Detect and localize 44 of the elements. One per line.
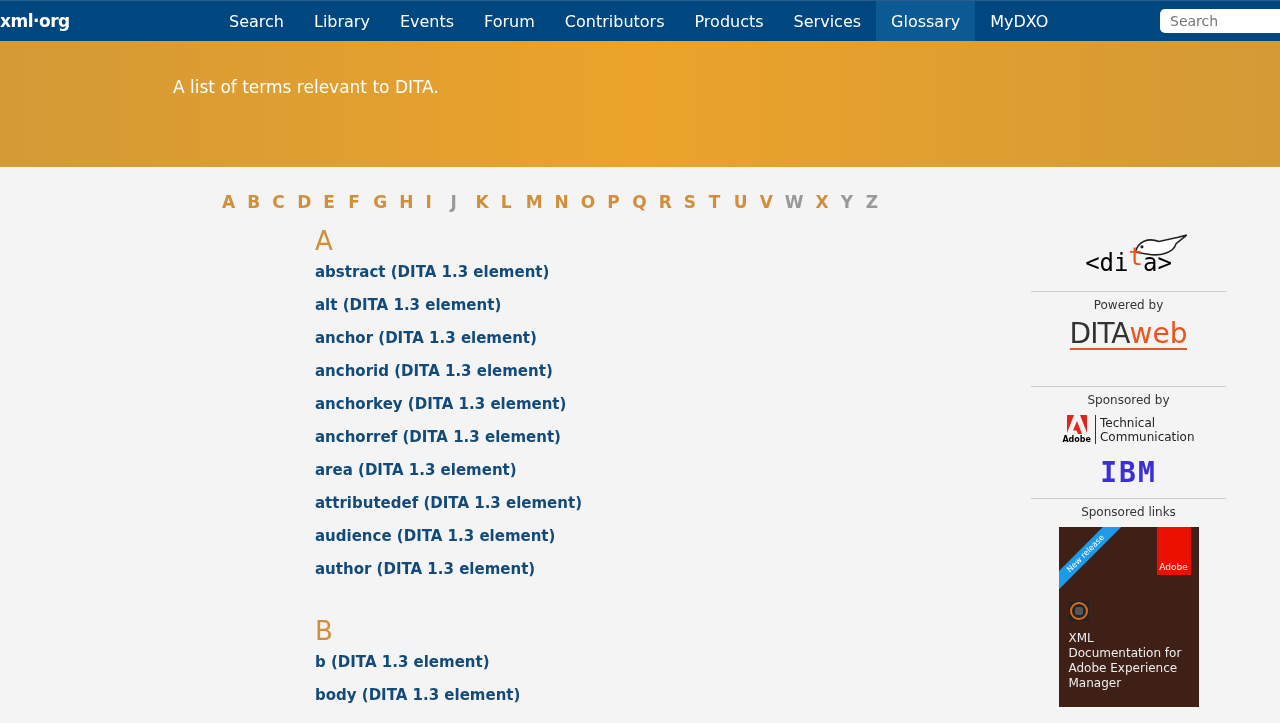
ditaweb-logo[interactable]: DITAweb xyxy=(1069,320,1188,350)
letter-link: Z xyxy=(864,192,880,212)
dita-logo-text: <dita> xyxy=(1085,249,1172,277)
letter-link: J xyxy=(448,192,458,212)
term-link[interactable]: body (DITA 1.3 element) xyxy=(315,679,521,712)
term-link[interactable]: abstract (DITA 1.3 element) xyxy=(315,256,550,289)
ad-title: XML Documentation for Adobe Experience Manager xyxy=(1067,630,1183,691)
term-link[interactable]: alt (DITA 1.3 element) xyxy=(315,289,502,322)
sidebar-label: Powered by xyxy=(1093,298,1164,312)
section-heading: A xyxy=(315,226,333,256)
logo-text: Technical Communication xyxy=(1100,415,1195,444)
nav-tab[interactable]: MyDXO xyxy=(975,1,1064,41)
term-link[interactable]: b (DITA 1.3 element) xyxy=(315,646,490,679)
sidebar-label: Sponsored links xyxy=(1081,505,1176,519)
letter-link: W xyxy=(783,192,805,212)
term-link[interactable]: area (DITA 1.3 element) xyxy=(315,454,517,487)
nav-tab[interactable]: Forum xyxy=(469,1,550,41)
search-field[interactable]: Search xyxy=(1160,9,1280,33)
term-link[interactable]: attributedef (DITA 1.3 element) xyxy=(315,487,582,520)
term-link[interactable]: anchorref (DITA 1.3 element) xyxy=(315,421,561,454)
term-link[interactable]: anchorid (DITA 1.3 element) xyxy=(315,355,553,388)
adobe-label: Adobe xyxy=(1062,435,1091,444)
term-link[interactable]: audience (DITA 1.3 element) xyxy=(315,520,556,553)
nav-tab[interactable]: Products xyxy=(679,1,779,41)
product-icon xyxy=(1068,601,1089,621)
adobe-a-icon xyxy=(1066,415,1087,435)
nav-tab[interactable]: Services xyxy=(778,1,877,41)
dita-logo[interactable]: <dita> xyxy=(1063,235,1194,281)
term-link[interactable]: author (DITA 1.3 element) xyxy=(315,553,536,586)
nav-tab[interactable]: Events xyxy=(384,1,470,41)
sidebar-label: Sponsored by xyxy=(1087,393,1170,407)
banner-text: A list of terms relevant to DITA. xyxy=(172,76,439,97)
ibm-logo[interactable]: IBM xyxy=(1100,458,1157,488)
nav-tab[interactable]: Library xyxy=(298,1,385,41)
brand-tag: Adobe xyxy=(1156,527,1191,575)
site-logo[interactable]: xml·org xyxy=(0,11,214,31)
adobe-logo[interactable]: Adobe Technical Communication xyxy=(1062,415,1195,444)
letter-link: Y xyxy=(839,192,854,212)
nav-tab[interactable]: Search xyxy=(214,1,299,41)
section-heading: B xyxy=(315,616,333,646)
nav-tab[interactable]: Glossary xyxy=(876,1,976,41)
term-link[interactable]: anchorkey (DITA 1.3 element) xyxy=(315,388,567,421)
nav-tab[interactable]: Contributors xyxy=(549,1,680,41)
term-link[interactable]: anchor (DITA 1.3 element) xyxy=(315,322,537,355)
